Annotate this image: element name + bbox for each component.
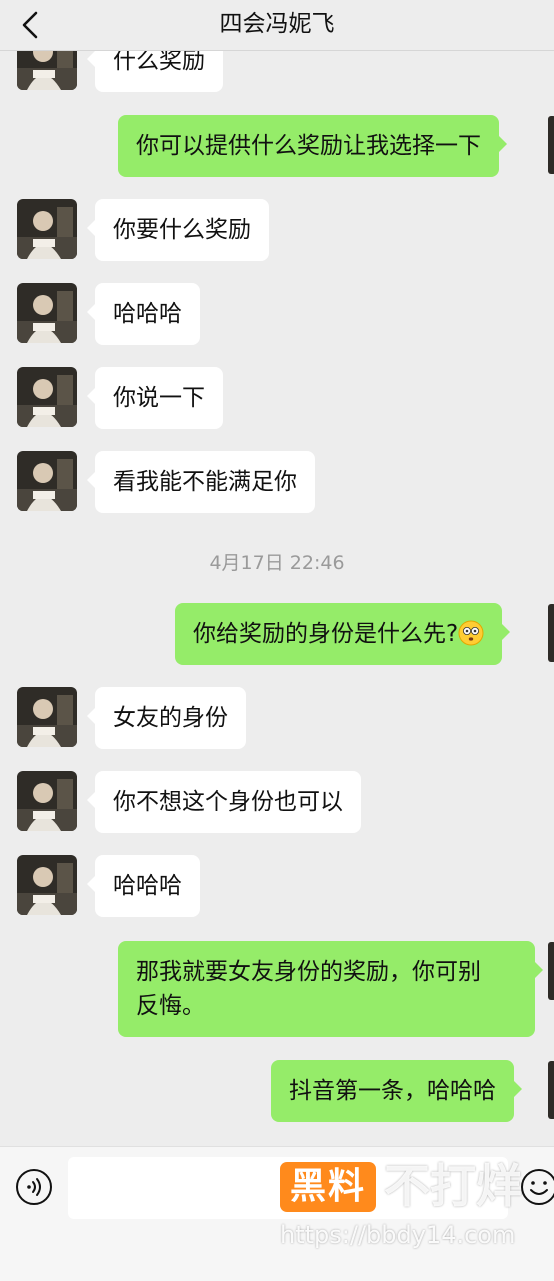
message-list[interactable]: 什么奖励 你可以提供什么奖励让我选择一下 你要什么奖励 哈哈哈 你说一下 看我能… <box>0 50 554 1146</box>
watermark-slogan: 不打烊 <box>384 1159 522 1213</box>
message-bubble-incoming[interactable]: 女友的身份 <box>87 687 246 749</box>
voice-button[interactable] <box>15 1168 53 1206</box>
watermark-logo: 黑料 <box>280 1162 376 1212</box>
contact-avatar[interactable] <box>17 771 77 831</box>
message-bubble-incoming[interactable]: 哈哈哈 <box>87 855 200 917</box>
emoji-icon <box>521 1169 554 1205</box>
chat-title: 四会冯妮飞 <box>219 11 335 37</box>
message-bubble-outgoing[interactable]: 抖音第一条，哈哈哈 <box>271 1060 522 1122</box>
emoji-button[interactable] <box>520 1168 554 1206</box>
contact-avatar[interactable] <box>17 283 77 343</box>
flushed-face-emoji-icon <box>458 620 484 646</box>
message-bubble-incoming[interactable]: 你要什么奖励 <box>87 199 269 261</box>
self-avatar[interactable] <box>548 1061 554 1119</box>
message-bubble-incoming[interactable]: 哈哈哈 <box>87 283 200 345</box>
contact-avatar[interactable] <box>17 451 77 511</box>
message-bubble-incoming[interactable]: 看我能不能满足你 <box>87 451 315 513</box>
watermark-url: https://bbdy14.com <box>280 1221 516 1249</box>
message-bubble-incoming[interactable]: 什么奖励 <box>87 50 223 92</box>
contact-avatar[interactable] <box>17 367 77 427</box>
voice-icon <box>16 1169 52 1205</box>
contact-avatar[interactable] <box>17 50 77 90</box>
message-bubble-incoming[interactable]: 你不想这个身份也可以 <box>87 771 361 833</box>
message-bubble-outgoing[interactable]: 那我就要女友身份的奖励，你可别 反悔。 <box>118 941 543 1037</box>
contact-avatar[interactable] <box>17 855 77 915</box>
message-text-line: 反悔。 <box>136 993 205 1019</box>
self-avatar[interactable] <box>548 942 554 1000</box>
message-text: 你给奖励的身份是什么先? <box>193 621 459 647</box>
self-avatar[interactable] <box>548 604 554 662</box>
message-bubble-incoming[interactable]: 你说一下 <box>87 367 223 429</box>
self-avatar[interactable] <box>548 116 554 174</box>
contact-avatar[interactable] <box>17 199 77 259</box>
message-bubble-outgoing[interactable]: 你给奖励的身份是什么先? <box>175 603 511 665</box>
chat-header: 四会冯妮飞 <box>0 0 554 51</box>
timestamp-divider: 4月17日 22:46 <box>209 552 345 574</box>
message-bubble-outgoing[interactable]: 你可以提供什么奖励让我选择一下 <box>118 115 507 177</box>
message-text-line: 那我就要女友身份的奖励，你可别 <box>136 959 481 985</box>
contact-avatar[interactable] <box>17 687 77 747</box>
